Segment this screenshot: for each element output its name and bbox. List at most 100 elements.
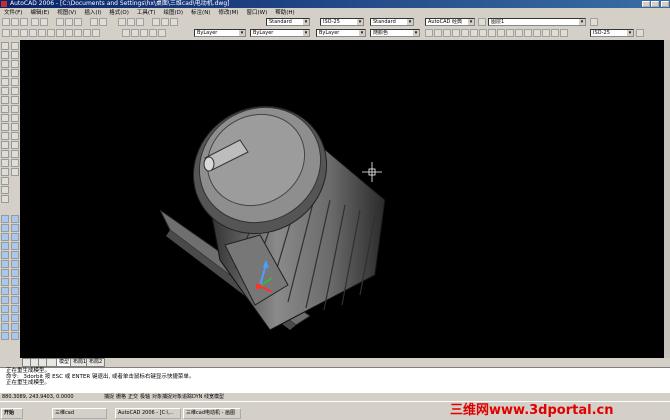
block-icon[interactable]	[83, 29, 91, 37]
extrude-faces-icon[interactable]	[11, 242, 19, 250]
design-center-icon[interactable]	[161, 18, 169, 26]
app-icon[interactable]	[1, 1, 7, 7]
array-icon[interactable]	[11, 78, 19, 86]
close-button[interactable]	[661, 1, 669, 7]
scale-icon[interactable]	[11, 105, 19, 113]
dim-style-select[interactable]: ISO-25	[320, 18, 364, 26]
circle-tool-icon[interactable]	[1, 96, 9, 104]
tolerance-icon[interactable]	[524, 29, 532, 37]
taskbar-item-paint[interactable]: 三维cad电动机 - 画图	[183, 408, 241, 419]
pan-icon[interactable]	[118, 18, 126, 26]
dim-baseline-icon[interactable]	[497, 29, 505, 37]
quick-dim-icon[interactable]	[488, 29, 496, 37]
section-icon[interactable]	[1, 296, 9, 304]
offset-icon[interactable]	[11, 69, 19, 77]
zoom-icon[interactable]	[127, 18, 135, 26]
drawing-canvas[interactable]	[20, 40, 664, 358]
spline-icon[interactable]	[65, 29, 73, 37]
snap-toggle[interactable]: 捕捉	[104, 393, 114, 401]
dim-diameter-icon[interactable]	[470, 29, 478, 37]
wedge-solid-icon[interactable]	[1, 251, 9, 259]
polyline-icon[interactable]	[20, 29, 28, 37]
linetype-select[interactable]: ByLayer	[250, 29, 310, 37]
spline-tool-icon[interactable]	[1, 114, 9, 122]
region-tool-icon[interactable]	[1, 177, 9, 185]
arc-tool-icon[interactable]	[1, 87, 9, 95]
color-select[interactable]: ByLayer	[194, 29, 246, 37]
move-faces-icon[interactable]	[11, 251, 19, 259]
table-tool-icon[interactable]	[1, 186, 9, 194]
center-mark-icon[interactable]	[533, 29, 541, 37]
minimize-button[interactable]	[642, 1, 650, 7]
dim-edit-icon[interactable]	[542, 29, 550, 37]
lineweight-select[interactable]: ByLayer	[316, 29, 366, 37]
cloud-tool-icon[interactable]	[1, 105, 9, 113]
make-block-icon[interactable]	[1, 141, 9, 149]
insert-block-icon[interactable]	[1, 132, 9, 140]
dim-style-select-2[interactable]: ISO-25	[590, 29, 634, 37]
cone-solid-icon[interactable]	[1, 242, 9, 250]
layer-manager-icon[interactable]	[478, 18, 486, 26]
extrude-icon[interactable]	[1, 269, 9, 277]
setup-profile-icon[interactable]	[1, 332, 9, 340]
dyn-toggle[interactable]: DYN	[192, 393, 202, 401]
preview-icon[interactable]	[40, 18, 48, 26]
dim-radius-icon[interactable]	[461, 29, 469, 37]
dim-linear-icon[interactable]	[425, 29, 433, 37]
break-icon[interactable]	[11, 141, 19, 149]
xline-tool-icon[interactable]	[1, 51, 9, 59]
workspace-select[interactable]: AutoCAD 经典	[425, 18, 475, 26]
cut-icon[interactable]	[56, 18, 64, 26]
open-icon[interactable]	[11, 18, 19, 26]
arc-icon[interactable]	[47, 29, 55, 37]
vertical-scrollbar[interactable]	[664, 40, 670, 358]
otrack-toggle[interactable]: 对象追踪	[172, 393, 192, 401]
stretch-icon[interactable]	[11, 114, 19, 122]
interfere-icon[interactable]	[1, 305, 9, 313]
properties-icon[interactable]	[152, 18, 160, 26]
dim-continue-icon[interactable]	[506, 29, 514, 37]
dim-angular-icon[interactable]	[479, 29, 487, 37]
layer-previous-icon[interactable]	[590, 18, 598, 26]
chamfer-icon[interactable]	[11, 150, 19, 158]
rotate-icon[interactable]	[11, 96, 19, 104]
paste-icon[interactable]	[74, 18, 82, 26]
copy-faces-icon[interactable]	[11, 296, 19, 304]
ortho-toggle[interactable]: 正交	[128, 393, 138, 401]
text-style-select[interactable]: Standard	[266, 18, 310, 26]
sphere-solid-icon[interactable]	[1, 224, 9, 232]
rect-tool-icon[interactable]	[1, 78, 9, 86]
hatch-icon[interactable]	[92, 29, 100, 37]
orbit-icon[interactable]	[140, 29, 148, 37]
zoom-window-icon[interactable]	[136, 18, 144, 26]
ellipse-tool-icon[interactable]	[1, 123, 9, 131]
rectangle-icon[interactable]	[38, 29, 46, 37]
new-icon[interactable]	[2, 18, 10, 26]
shade-icon[interactable]	[149, 29, 157, 37]
delete-faces-icon[interactable]	[11, 269, 19, 277]
torus-solid-icon[interactable]	[1, 260, 9, 268]
hatch-tool-icon[interactable]	[1, 159, 9, 167]
setup-view-icon[interactable]	[1, 323, 9, 331]
pline-tool-icon[interactable]	[1, 60, 9, 68]
union-icon[interactable]	[11, 215, 19, 223]
intersect-icon[interactable]	[11, 233, 19, 241]
setup-drawing-icon[interactable]	[1, 314, 9, 322]
leader-icon[interactable]	[515, 29, 523, 37]
imprint-icon[interactable]	[11, 314, 19, 322]
erase-icon[interactable]	[11, 42, 19, 50]
point-tool-icon[interactable]	[1, 150, 9, 158]
dim-style-icon[interactable]	[636, 29, 644, 37]
offset-faces-icon[interactable]	[11, 260, 19, 268]
gradient-tool-icon[interactable]	[1, 168, 9, 176]
taskbar-item-folder[interactable]: 三维cad	[52, 408, 107, 419]
move-icon[interactable]	[11, 87, 19, 95]
plotstyle-select[interactable]: 随颜色	[370, 29, 420, 37]
view-icon[interactable]	[122, 29, 130, 37]
dim-aligned-icon[interactable]	[434, 29, 442, 37]
table-style-select[interactable]: Standard	[370, 18, 414, 26]
osnap-toggle[interactable]: 对象捕捉	[152, 393, 172, 401]
mtext-tool-icon[interactable]	[1, 195, 9, 203]
dim-text-edit-icon[interactable]	[551, 29, 559, 37]
lweight-toggle[interactable]: 线宽	[204, 393, 214, 401]
